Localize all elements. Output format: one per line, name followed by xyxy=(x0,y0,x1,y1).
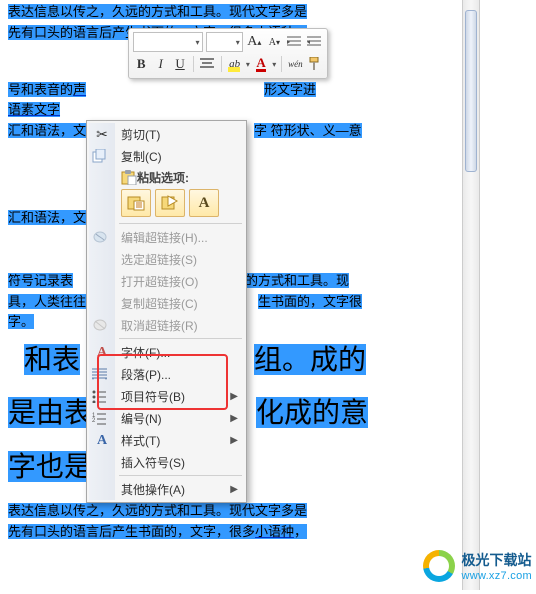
menu-item-other[interactable]: 其他操作(A)▶ xyxy=(89,478,244,500)
styles-icon: A xyxy=(92,431,112,449)
menu-divider xyxy=(119,338,242,339)
format-painter-button[interactable] xyxy=(307,55,323,73)
vertical-scrollbar[interactable] xyxy=(462,0,480,590)
menu-divider xyxy=(119,475,242,476)
svg-text:2: 2 xyxy=(92,418,96,424)
shrink-font-button[interactable]: A▾ xyxy=(266,33,283,51)
watermark-url: www.xz7.com xyxy=(461,570,532,582)
doc-line: 先有口头的语言后产生书面的，文字，很多小语种， xyxy=(8,522,453,543)
menu-divider xyxy=(119,223,242,224)
submenu-arrow-icon: ▶ xyxy=(230,484,238,495)
paste-icon xyxy=(121,170,137,185)
watermark: 极光下载站 www.xz7.com xyxy=(423,550,532,582)
menu-item-remove-hyperlink[interactable]: 取消超链接(R) xyxy=(89,314,244,336)
submenu-arrow-icon: ▶ xyxy=(230,391,238,402)
menu-item-numbering[interactable]: 12 编号(N)▶ xyxy=(89,407,244,429)
doc-line: 号和表音的声形文字进 xyxy=(8,80,453,101)
menu-item-cut[interactable]: ✂ 剪切(T) xyxy=(89,123,244,145)
menu-item-edit-hyperlink[interactable]: 编辑超链接(H)... xyxy=(89,226,244,248)
menu-item-bullets[interactable]: 项目符号(B)▶ xyxy=(89,385,244,407)
remove-link-icon xyxy=(92,318,112,332)
menu-item-insert-symbol[interactable]: 插入符号(S) xyxy=(89,451,244,473)
menu-item-copy-hyperlink[interactable]: 复制超链接(C) xyxy=(89,292,244,314)
center-align-button[interactable] xyxy=(199,55,215,73)
copy-icon xyxy=(92,149,112,163)
increase-indent-button[interactable] xyxy=(306,33,323,51)
menu-item-copy[interactable]: 复制(C) xyxy=(89,145,244,167)
hyperlink[interactable]: 语素文字 xyxy=(8,102,60,117)
hyperlink[interactable]: 小语种 xyxy=(255,524,294,539)
menu-item-paragraph[interactable]: 段落(P)... xyxy=(89,363,244,385)
font-size-dropdown[interactable]: ▾ xyxy=(206,32,243,52)
hyperlink-icon xyxy=(92,230,112,244)
menu-item-select-hyperlink[interactable]: 选定超链接(S) xyxy=(89,248,244,270)
italic-button[interactable]: I xyxy=(152,55,168,73)
separator xyxy=(221,56,222,72)
mini-toolbar: ▾ ▾ A▴ A▾ B I U ab ▾ A ▾ wén xyxy=(128,28,328,79)
paste-keep-source-button[interactable] xyxy=(121,189,151,217)
underline-button[interactable]: U xyxy=(172,55,188,73)
scrollbar-thumb[interactable] xyxy=(465,10,477,172)
submenu-arrow-icon: ▶ xyxy=(230,413,238,424)
doc-line: 表达信息以传之，久远的方式和工具。现代文字多是 xyxy=(8,2,453,23)
paste-text-only-button[interactable]: A xyxy=(189,189,219,217)
watermark-title: 极光下载站 xyxy=(461,550,532,570)
watermark-logo-icon xyxy=(423,550,455,582)
paste-merge-button[interactable] xyxy=(155,189,185,217)
font-icon: A xyxy=(92,343,112,361)
doc-line: 表达信息以传之，久远的方式和工具。现代文字多是 xyxy=(8,501,453,522)
context-menu: ✂ 剪切(T) 复制(C) 粘贴选项: A 编辑超链接(H)... 选定超链接(… xyxy=(86,120,247,503)
bold-button[interactable]: B xyxy=(133,55,149,73)
font-family-dropdown[interactable]: ▾ xyxy=(133,32,203,52)
numbering-icon: 12 xyxy=(92,412,112,425)
highlight-color-button[interactable]: ab xyxy=(226,55,242,73)
paragraph-icon xyxy=(92,368,112,381)
submenu-arrow-icon: ▶ xyxy=(230,435,238,446)
grow-font-button[interactable]: A▴ xyxy=(246,33,263,51)
menu-item-styles[interactable]: A 样式(T)▶ xyxy=(89,429,244,451)
decrease-indent-button[interactable] xyxy=(286,33,303,51)
menu-header-paste-options: 粘贴选项: xyxy=(89,167,244,187)
hyperlink[interactable]: 声 xyxy=(73,82,86,97)
menu-item-font[interactable]: A 字体(F)... xyxy=(89,341,244,363)
separator xyxy=(193,56,194,72)
doc-line: 语素文字 xyxy=(8,100,453,121)
separator xyxy=(281,56,282,72)
phonetic-guide-button[interactable]: wén xyxy=(287,55,303,73)
cut-icon: ✂ xyxy=(92,126,112,143)
font-color-button[interactable]: A xyxy=(253,55,269,73)
bullets-icon xyxy=(92,390,112,403)
paste-options-row: A xyxy=(89,187,244,221)
menu-item-open-hyperlink[interactable]: 打开超链接(O) xyxy=(89,270,244,292)
